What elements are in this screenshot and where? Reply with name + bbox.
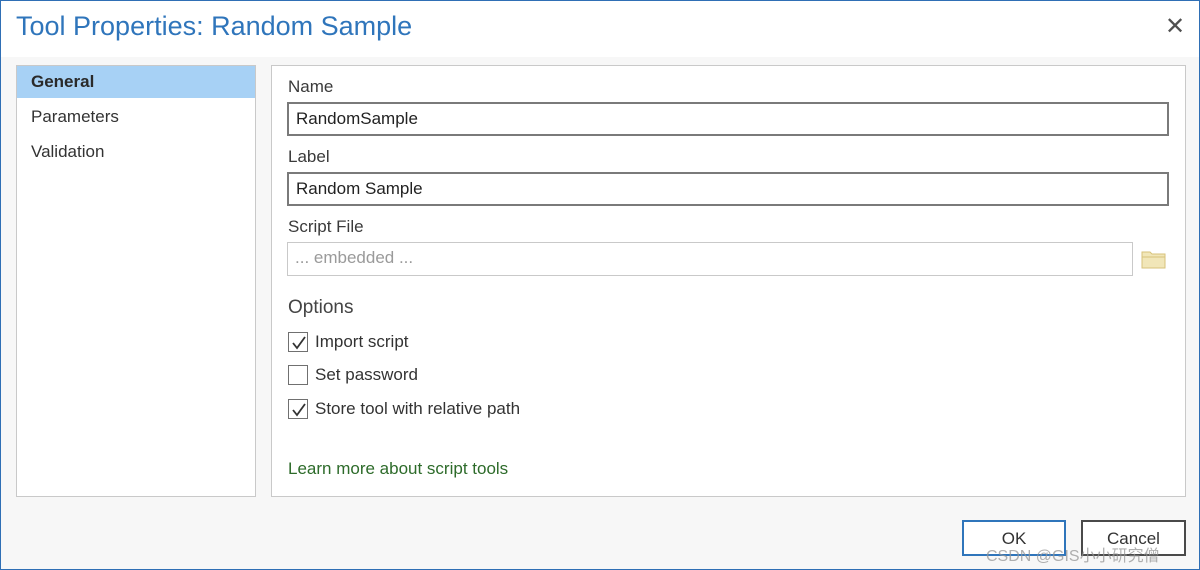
set-password-option[interactable]: Set password bbox=[288, 364, 508, 388]
sidebar-item-parameters[interactable]: Parameters bbox=[17, 101, 255, 133]
cancel-button[interactable]: Cancel bbox=[1081, 520, 1186, 556]
name-label: Name bbox=[288, 77, 334, 96]
title-bar: Tool Properties: Random Sample ✕ bbox=[1, 1, 1199, 57]
set-password-checkbox[interactable] bbox=[288, 365, 308, 385]
folder-icon[interactable] bbox=[1141, 248, 1167, 270]
options-heading: Options bbox=[288, 297, 354, 318]
script-file-label: Script File bbox=[288, 217, 364, 236]
import-script-label: Import script bbox=[315, 332, 409, 351]
relative-path-label: Store tool with relative path bbox=[315, 399, 521, 418]
general-panel: Name RandomSample Label Random Sample Sc… bbox=[271, 65, 1186, 497]
import-script-option[interactable]: Import script bbox=[288, 331, 508, 355]
dialog-title: Tool Properties: Random Sample bbox=[16, 11, 413, 41]
tool-properties-dialog: Tool Properties: Random Sample ✕ General… bbox=[0, 0, 1200, 570]
name-input[interactable]: RandomSample bbox=[287, 102, 1169, 136]
script-file-input[interactable]: ... embedded ... bbox=[287, 242, 1133, 276]
checkmark-icon bbox=[292, 336, 306, 350]
sidebar-item-general[interactable]: General bbox=[17, 66, 255, 98]
label-label: Label bbox=[288, 147, 330, 166]
learn-more-link[interactable]: Learn more about script tools bbox=[288, 459, 508, 479]
relative-path-checkbox[interactable] bbox=[288, 399, 308, 419]
ok-button[interactable]: OK bbox=[962, 520, 1066, 556]
close-icon[interactable]: ✕ bbox=[1161, 13, 1189, 41]
relative-path-option[interactable]: Store tool with relative path bbox=[288, 398, 588, 422]
sidebar: General Parameters Validation bbox=[16, 65, 256, 497]
label-input[interactable]: Random Sample bbox=[287, 172, 1169, 206]
checkmark-icon bbox=[292, 403, 306, 417]
set-password-label: Set password bbox=[315, 365, 418, 384]
import-script-checkbox[interactable] bbox=[288, 332, 308, 352]
sidebar-item-validation[interactable]: Validation bbox=[17, 136, 255, 168]
